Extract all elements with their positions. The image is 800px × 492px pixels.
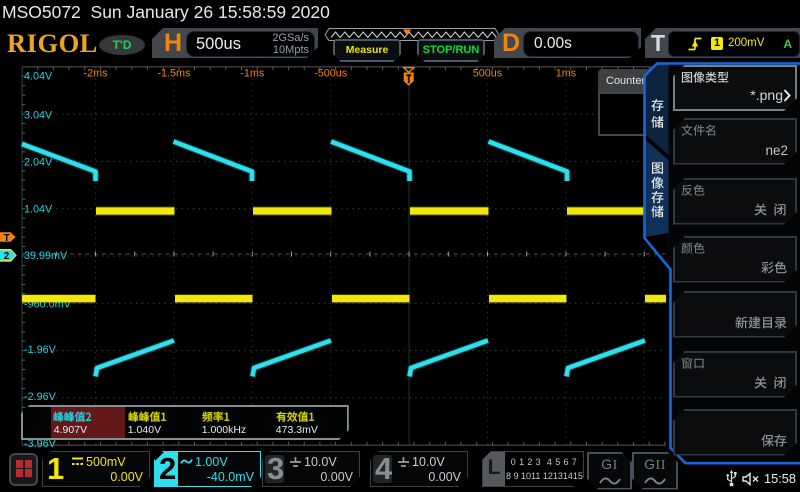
svg-text:T: T bbox=[4, 233, 10, 244]
svg-text:1ms: 1ms bbox=[556, 68, 577, 80]
svg-text:-1ms: -1ms bbox=[240, 68, 265, 80]
svg-text:-1.96V: -1.96V bbox=[24, 344, 57, 356]
svg-text:2.04V: 2.04V bbox=[24, 156, 53, 168]
svg-text:3.04V: 3.04V bbox=[24, 109, 53, 121]
svg-text:-1.5ms: -1.5ms bbox=[157, 68, 191, 80]
svg-text:1.04V: 1.04V bbox=[24, 204, 53, 216]
svg-text:4.04V: 4.04V bbox=[24, 71, 53, 83]
svg-text:-2ms: -2ms bbox=[84, 68, 109, 80]
svg-text:-500us: -500us bbox=[314, 68, 348, 80]
svg-text:39.99mV: 39.99mV bbox=[24, 250, 68, 262]
svg-text:2: 2 bbox=[4, 251, 10, 262]
svg-text:500us: 500us bbox=[473, 68, 503, 80]
svg-text:-2.96V: -2.96V bbox=[24, 391, 57, 403]
